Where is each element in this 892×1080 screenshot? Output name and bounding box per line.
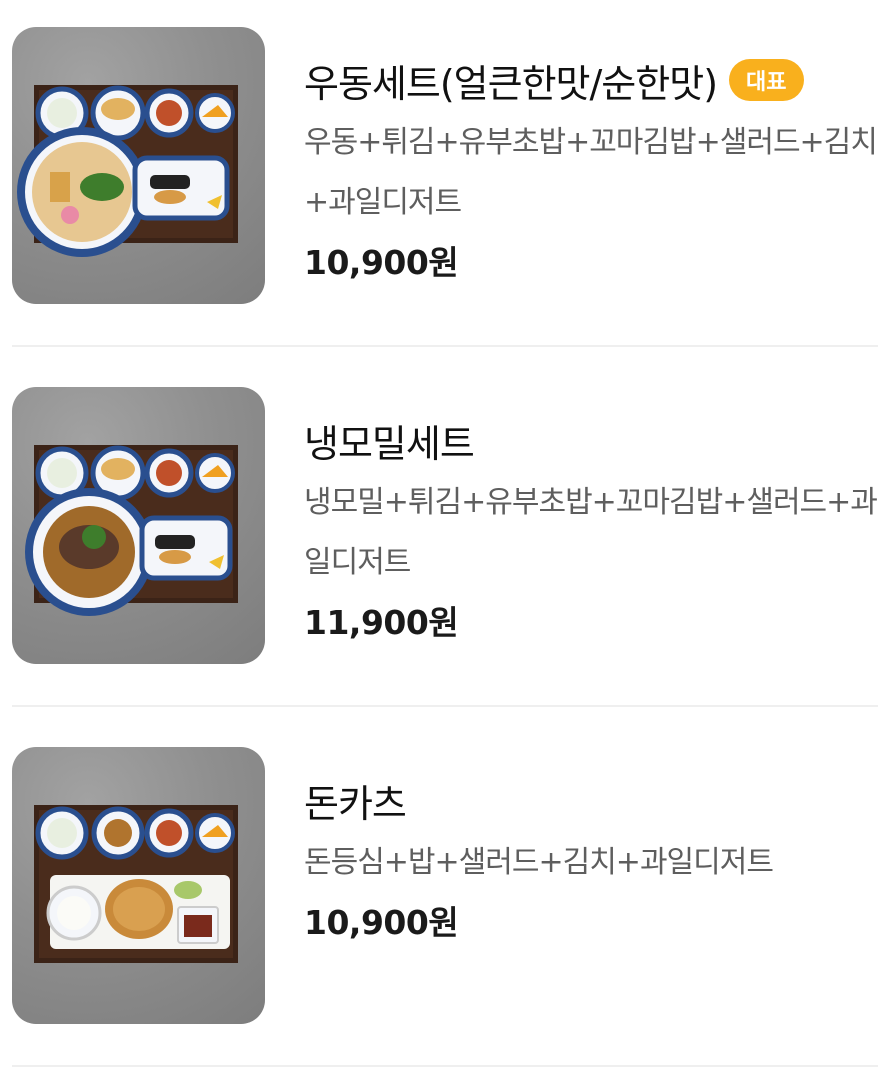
- menu-item-title: 우동세트(얼큰한맛/순한맛): [304, 61, 718, 106]
- divider: [12, 705, 878, 707]
- title-row: 우동세트(얼큰한맛/순한맛) 대표: [304, 52, 884, 108]
- menu-item-description: 우동+튀김+유부초밥+꼬마김밥+샐러드+김치+과일디저트: [304, 125, 878, 220]
- menu-item-image[interactable]: [12, 747, 265, 1024]
- menu-item-price: 11,900원: [304, 603, 459, 642]
- menu-item-info: 냉모밀세트 냉모밀+튀김+유부초밥+꼬마김밥+샐러드+과일디저트 11,900원: [304, 412, 884, 651]
- menu-item-udon-set[interactable]: 우동세트(얼큰한맛/순한맛) 대표 우동+튀김+유부초밥+꼬마김밥+샐러드+김치…: [0, 0, 892, 360]
- title-row: 냉모밀세트: [304, 412, 884, 468]
- menu-item-image[interactable]: [12, 387, 265, 664]
- menu-item-image[interactable]: [12, 27, 265, 304]
- donkatsu-photo: [34, 805, 238, 963]
- menu-item-description: 냉모밀+튀김+유부초밥+꼬마김밥+샐러드+과일디저트: [304, 485, 878, 580]
- menu-item-info: 돈카츠 돈등심+밥+샐러드+김치+과일디저트 10,900원: [304, 772, 884, 951]
- divider: [12, 1065, 878, 1067]
- menu-item-title: 돈카츠: [304, 781, 407, 826]
- menu-item-donkatsu[interactable]: 돈카츠 돈등심+밥+샐러드+김치+과일디저트 10,900원: [0, 720, 892, 1080]
- menu-item-description: 돈등심+밥+샐러드+김치+과일디저트: [304, 845, 774, 880]
- divider: [12, 345, 878, 347]
- menu-item-price: 10,900원: [304, 243, 459, 282]
- menu-item-title: 냉모밀세트: [304, 421, 475, 466]
- menu-item-price: 10,900원: [304, 903, 459, 942]
- udon-set-photo: [17, 85, 238, 257]
- menu-item-info: 우동세트(얼큰한맛/순한맛) 대표 우동+튀김+유부초밥+꼬마김밥+샐러드+김치…: [304, 52, 884, 291]
- naengmomil-set-photo: [25, 445, 238, 616]
- menu-list: 우동세트(얼큰한맛/순한맛) 대표 우동+튀김+유부초밥+꼬마김밥+샐러드+김치…: [0, 0, 892, 1078]
- menu-item-naengmomil-set[interactable]: 냉모밀세트 냉모밀+튀김+유부초밥+꼬마김밥+샐러드+과일디저트 11,900원: [0, 360, 892, 720]
- title-row: 돈카츠: [304, 772, 884, 828]
- signature-badge: 대표: [729, 59, 804, 101]
